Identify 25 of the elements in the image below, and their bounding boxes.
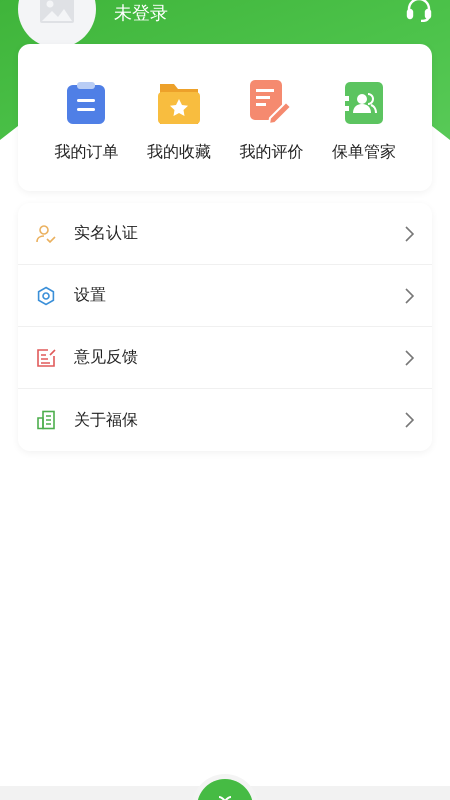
menu-item-label: 意见反馈	[74, 347, 139, 368]
clipboard-icon	[67, 82, 106, 124]
quick-action[interactable]: 我的收藏	[132, 80, 225, 163]
menu-item-label: 实名认证	[74, 223, 139, 244]
chevron-right-icon	[405, 412, 414, 428]
menu-item[interactable]: 意见反馈	[18, 327, 432, 389]
edit-note-icon	[36, 348, 56, 368]
settings-icon	[36, 286, 56, 306]
document-pencil-icon	[250, 80, 292, 124]
menu-item[interactable]: 关于福保	[18, 389, 432, 451]
quick-action[interactable]: 我的订单	[40, 80, 132, 163]
headset-icon[interactable]	[406, 0, 432, 22]
menu-item[interactable]: 实名认证	[18, 203, 432, 265]
quick-action[interactable]: 保单管家	[318, 80, 410, 163]
star-folder-icon	[158, 84, 200, 124]
building-icon	[36, 410, 56, 430]
quick-action[interactable]: 我的评价	[225, 80, 318, 163]
user-check-icon	[36, 224, 56, 244]
menu-item[interactable]: 设置	[18, 265, 432, 327]
menu-item-label: 设置	[74, 285, 107, 306]
chevron-right-icon	[405, 226, 414, 242]
chevron-right-icon	[405, 288, 414, 304]
chevron-right-icon	[405, 350, 414, 366]
contacts-book-icon	[344, 82, 383, 124]
menu-item-label: 关于福保	[74, 410, 139, 430]
